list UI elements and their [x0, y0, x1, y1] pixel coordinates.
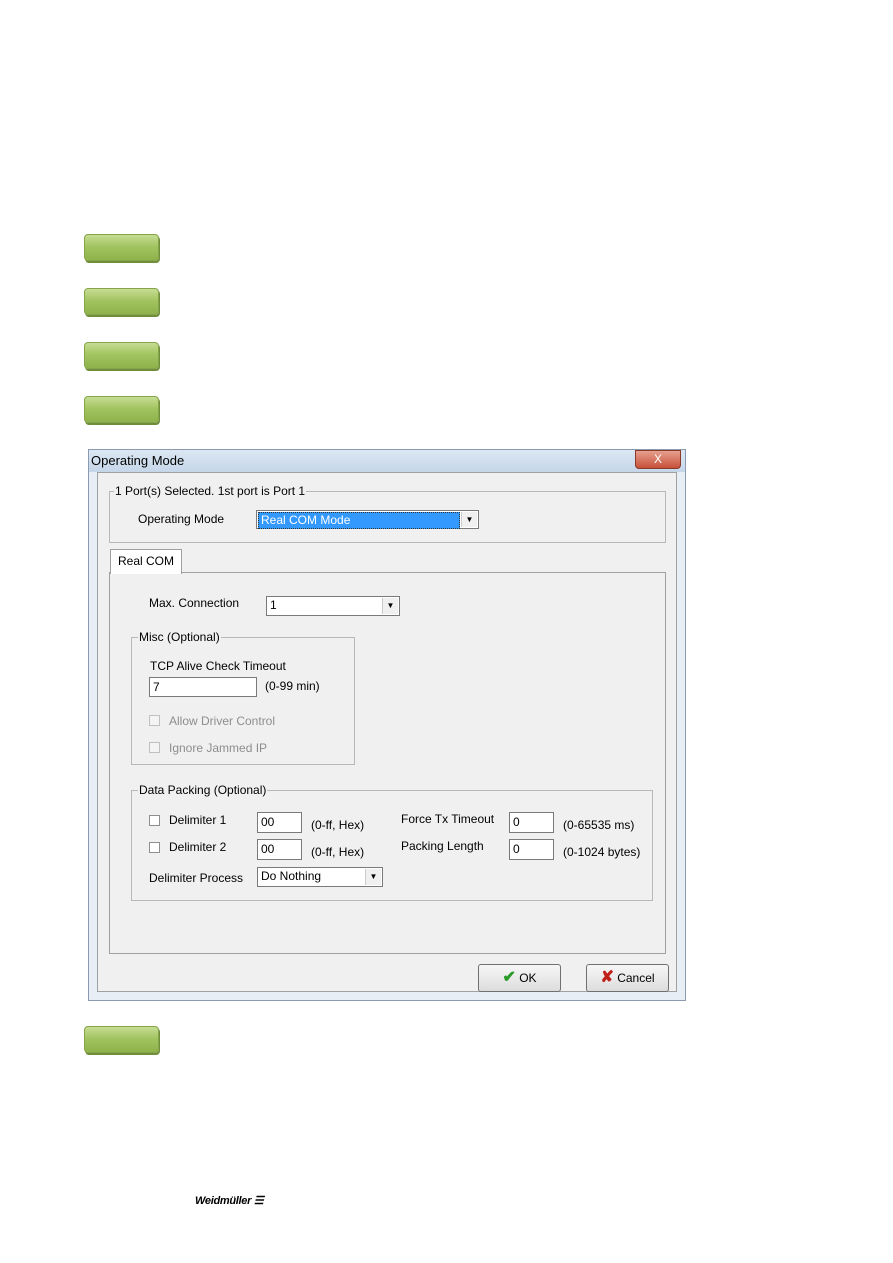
cancel-label: Cancel: [617, 971, 655, 985]
delimiter-1-checkbox[interactable]: [149, 815, 160, 826]
delimiter-2-checkbox[interactable]: [149, 842, 160, 853]
misc-legend: Misc (Optional): [138, 630, 221, 644]
step-marker: [84, 396, 159, 423]
delimiter-2-range: (0-ff, Hex): [311, 845, 365, 859]
ignore-jammed-ip-label: Ignore Jammed IP: [169, 741, 268, 755]
ok-label: OK: [519, 971, 537, 985]
max-connection-label: Max. Connection: [149, 596, 240, 610]
close-button[interactable]: X: [635, 450, 681, 469]
force-tx-range: (0-65535 ms): [563, 818, 635, 832]
delimiter-2-input[interactable]: 00: [257, 839, 302, 860]
ok-button[interactable]: ✔ OK: [478, 964, 561, 992]
tab-real-com[interactable]: Real COM: [110, 549, 182, 574]
step-marker: [84, 1026, 159, 1053]
ignore-jammed-ip-checkbox[interactable]: [149, 742, 160, 753]
delimiter-1-range: (0-ff, Hex): [311, 818, 365, 832]
x-icon: ✘: [600, 969, 614, 986]
checkmark-icon: ✔: [502, 969, 516, 986]
step-marker: [84, 342, 159, 369]
allow-driver-control-checkbox[interactable]: [149, 715, 160, 726]
logo-mark-icon: ☰: [253, 1195, 264, 1207]
packing-length-input[interactable]: 0: [509, 839, 554, 860]
operating-mode-value: Real COM Mode: [258, 512, 460, 529]
operating-mode-select[interactable]: Real COM Mode ▼: [256, 510, 479, 529]
delimiter-1-label: Delimiter 1: [169, 813, 227, 827]
force-tx-label: Force Tx Timeout: [401, 812, 495, 826]
delimiter-process-select[interactable]: Do Nothing ▼: [257, 867, 383, 887]
data-packing-legend: Data Packing (Optional): [138, 783, 268, 797]
operating-mode-label: Operating Mode: [138, 512, 225, 526]
dialog-title: Operating Mode: [89, 450, 685, 472]
chevron-down-icon: ▼: [382, 598, 398, 614]
weidmuller-logo: Weidmüller ☰: [195, 1194, 264, 1207]
logo-text: Weidmüller: [195, 1195, 252, 1207]
cancel-button[interactable]: ✘ Cancel: [586, 964, 669, 992]
chevron-down-icon: ▼: [365, 869, 381, 885]
delimiter-process-value: Do Nothing: [261, 869, 322, 883]
delimiter-2-label: Delimiter 2: [169, 840, 227, 854]
max-connection-select[interactable]: 1 ▼: [266, 596, 400, 616]
packing-length-label: Packing Length: [401, 839, 484, 853]
port-group-legend: 1 Port(s) Selected. 1st port is Port 1: [114, 484, 307, 498]
max-connection-value: 1: [270, 598, 277, 612]
packing-length-range: (0-1024 bytes): [563, 845, 641, 859]
tcp-alive-range: (0-99 min): [265, 679, 320, 693]
tcp-alive-label: TCP Alive Check Timeout: [150, 659, 286, 673]
delimiter-1-input[interactable]: 00: [257, 812, 302, 833]
tcp-alive-input[interactable]: 7: [149, 677, 257, 697]
force-tx-input[interactable]: 0: [509, 812, 554, 833]
delimiter-process-label: Delimiter Process: [149, 871, 244, 885]
step-marker: [84, 288, 159, 315]
allow-driver-control-label: Allow Driver Control: [169, 714, 276, 728]
step-marker: [84, 234, 159, 261]
chevron-down-icon: ▼: [461, 512, 477, 527]
